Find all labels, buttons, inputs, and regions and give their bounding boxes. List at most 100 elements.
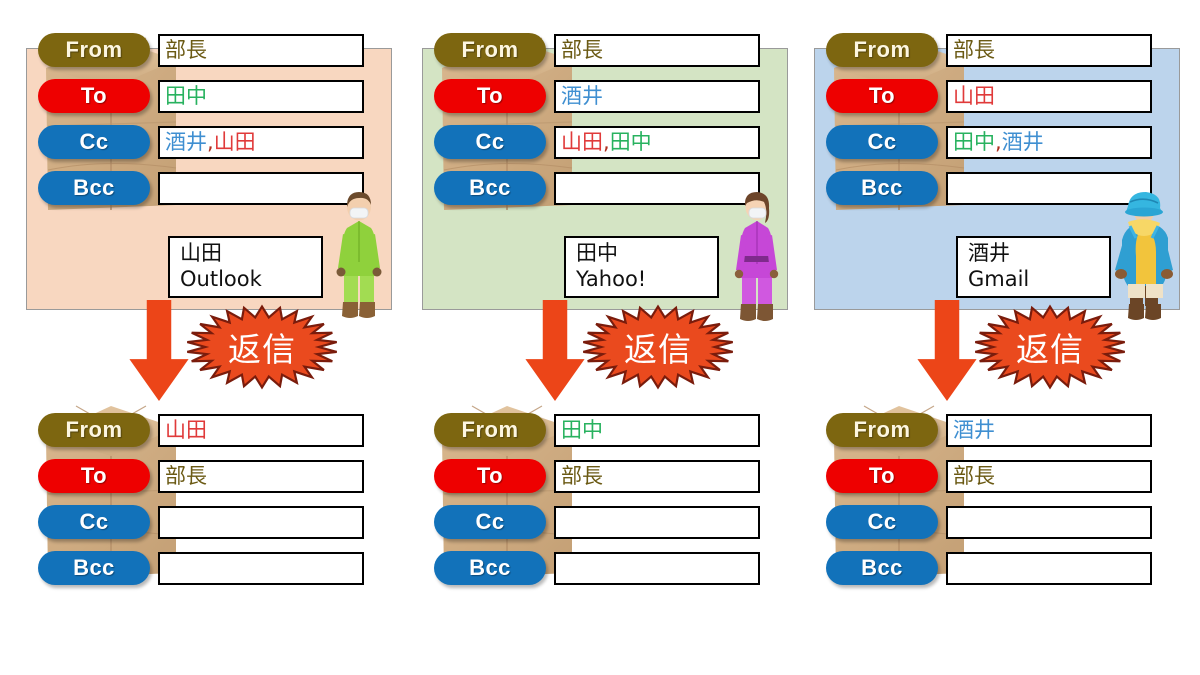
reply-label-to-text: To: [868, 463, 896, 488]
reply-field-to[interactable]: 部長: [158, 460, 364, 493]
original-label-cc: Cc: [826, 125, 938, 159]
note-mail-client: Outlook: [180, 267, 262, 292]
original-field-cc[interactable]: 山田,田中: [554, 126, 760, 159]
original-cc-value: 酒井,山田: [165, 132, 256, 153]
email-scenario-column-1: From部長To田中Cc酒井,山田Bcc山田Outlook 返信: [0, 0, 400, 675]
original-label-cc-text: Cc: [867, 129, 897, 154]
reply-label-from-text: From: [853, 417, 911, 442]
original-from-value: 部長: [561, 40, 603, 61]
original-field-bcc[interactable]: [946, 172, 1152, 205]
down-arrow-icon: [525, 300, 585, 401]
original-field-to[interactable]: 酒井: [554, 80, 760, 113]
original-label-cc-text: Cc: [475, 129, 505, 154]
note-mail-client: Gmail: [968, 267, 1030, 292]
reply-label-from: From: [38, 413, 150, 447]
reply-label-to-text: To: [476, 463, 504, 488]
reply-label-bcc: Bcc: [434, 551, 546, 585]
original-label-cc-text: Cc: [79, 129, 109, 154]
reply-field-cc[interactable]: [554, 506, 760, 539]
reply-field-from[interactable]: 山田: [158, 414, 364, 447]
down-arrow-icon: [129, 300, 189, 401]
name-token: 部長: [165, 38, 207, 62]
reply-from-value: 山田: [165, 420, 207, 441]
original-to-value: 酒井: [561, 86, 603, 107]
original-label-bcc: Bcc: [826, 171, 938, 205]
original-label-from: From: [434, 33, 546, 67]
reply-to-value: 部長: [561, 466, 603, 487]
original-label-bcc: Bcc: [434, 171, 546, 205]
original-from-value: 部長: [165, 40, 207, 61]
reply-field-from[interactable]: 田中: [554, 414, 760, 447]
note-recipient-name: 山田: [180, 241, 222, 265]
email-scenario-column-2: From部長To酒井Cc山田,田中Bcc田中Yahoo! 返信: [396, 0, 796, 675]
email-scenario-column-3: From 部長 To 山田 Cc 田中,酒井 Bcc 酒井 Gmail 返信 F…: [788, 0, 1188, 675]
reply-field-to[interactable]: 部長: [946, 460, 1152, 493]
reply-label-from: From: [434, 413, 546, 447]
recipient-client-note: 田中 Yahoo!: [564, 236, 719, 298]
original-field-to[interactable]: 山田: [946, 80, 1152, 113]
reply-label-to: To: [826, 459, 938, 493]
reply-from-value: 田中: [561, 420, 603, 441]
name-token: 山田: [953, 84, 995, 108]
original-label-from: From: [826, 33, 938, 67]
note-recipient-name: 田中: [576, 241, 618, 265]
reply-label-to-text: To: [80, 463, 108, 488]
reply-field-from[interactable]: 酒井: [946, 414, 1152, 447]
original-field-from[interactable]: 部長: [158, 34, 364, 67]
original-label-from-text: From: [461, 37, 519, 62]
note-mail-client: Yahoo!: [576, 267, 647, 292]
recipient-client-note: 酒井 Gmail: [956, 236, 1111, 298]
original-label-from-text: From: [853, 37, 911, 62]
recipient-client-note: 山田 Outlook: [168, 236, 323, 298]
original-label-to: To: [38, 79, 150, 113]
reply-label-bcc-text: Bcc: [861, 555, 903, 580]
reply-label-from: From: [826, 413, 938, 447]
reply-label-bcc: Bcc: [38, 551, 150, 585]
reply-field-bcc[interactable]: [946, 552, 1152, 585]
original-field-to[interactable]: 田中: [158, 80, 364, 113]
reply-label-cc-text: Cc: [475, 509, 505, 534]
reply-label-cc: Cc: [826, 505, 938, 539]
reply-field-bcc[interactable]: [554, 552, 760, 585]
original-field-bcc[interactable]: [554, 172, 760, 205]
starburst-shape: [187, 304, 337, 390]
reply-label-cc-text: Cc: [79, 509, 109, 534]
name-token: 酒井: [1001, 130, 1044, 154]
original-label-to-text: To: [80, 83, 108, 108]
original-label-from-text: From: [65, 37, 123, 62]
original-field-cc[interactable]: 酒井,山田: [158, 126, 364, 159]
original-label-cc: Cc: [38, 125, 150, 159]
reply-field-to[interactable]: 部長: [554, 460, 760, 493]
reply-badge: 返信: [578, 304, 738, 390]
reply-to-value: 部長: [165, 466, 207, 487]
original-label-bcc-text: Bcc: [861, 175, 903, 200]
reply-field-cc[interactable]: [946, 506, 1152, 539]
name-token: 部長: [953, 464, 995, 488]
name-token: 酒井: [561, 84, 603, 108]
original-field-cc[interactable]: 田中,酒井: [946, 126, 1152, 159]
reply-label-cc: Cc: [434, 505, 546, 539]
original-from-value: 部長: [953, 40, 995, 61]
original-label-to: To: [826, 79, 938, 113]
name-token: 田中: [953, 130, 995, 154]
reply-to-value: 部長: [953, 466, 995, 487]
reply-field-cc[interactable]: [158, 506, 364, 539]
reply-badge: 返信: [182, 304, 342, 390]
name-token: ,: [995, 130, 1002, 154]
down-arrow-icon: [917, 300, 977, 401]
reply-label-to: To: [38, 459, 150, 493]
name-token: 田中: [561, 418, 603, 442]
original-field-from[interactable]: 部長: [554, 34, 760, 67]
original-to-value: 田中: [165, 86, 207, 107]
name-token: 部長: [953, 38, 995, 62]
reply-flow-arrow: [916, 300, 978, 407]
starburst-shape: [975, 304, 1125, 390]
reply-label-from-text: From: [65, 417, 123, 442]
original-to-value: 山田: [953, 86, 995, 107]
original-field-bcc[interactable]: [158, 172, 364, 205]
reply-label-cc-text: Cc: [867, 509, 897, 534]
name-token: ,: [603, 130, 610, 154]
original-field-from[interactable]: 部長: [946, 34, 1152, 67]
reply-field-bcc[interactable]: [158, 552, 364, 585]
original-label-from: From: [38, 33, 150, 67]
